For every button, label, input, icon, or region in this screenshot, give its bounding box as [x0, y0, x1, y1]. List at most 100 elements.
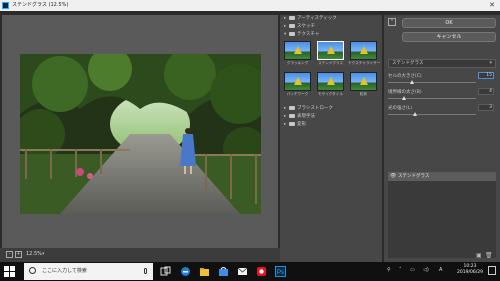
folder-icon: [289, 113, 295, 118]
search-icon: [29, 267, 36, 274]
task-view-icon[interactable]: [160, 266, 171, 277]
windows-start-button[interactable]: [4, 266, 15, 277]
preview-pane[interactable]: [2, 15, 278, 248]
light-intensity-slider[interactable]: [388, 114, 476, 115]
person-icon[interactable]: ⚲: [387, 267, 391, 273]
border-thickness-input[interactable]: 4: [478, 88, 494, 95]
thumb-craquelure[interactable]: クラッキング: [284, 41, 311, 68]
windows-logo-tile: [10, 266, 15, 271]
network-icon[interactable]: ▭: [410, 267, 415, 273]
eye-icon[interactable]: 👁: [390, 172, 396, 181]
garden-path-photo: [20, 54, 261, 214]
ime-indicator[interactable]: A: [439, 267, 442, 273]
thumb-mosaic-tiles[interactable]: モザイクタイル: [317, 72, 344, 99]
category-label: 表現手法: [297, 114, 315, 119]
file-explorer-icon[interactable]: [199, 266, 210, 277]
edge-browser-icon[interactable]: [180, 266, 191, 277]
folder-icon: [289, 23, 295, 28]
param-label: 境界線の太さ(B): [388, 90, 422, 95]
texture-thumbnails: クラッキング ステンドグラス テクスチャライザー パッチワーク モザイクタイル: [280, 39, 382, 105]
layer-label: ステンドグラス: [398, 174, 430, 179]
cancel-button[interactable]: キャンセル: [402, 32, 496, 42]
slider-knob[interactable]: [402, 96, 406, 100]
thumb-label: テクスチャライザー: [348, 61, 381, 65]
window-title: ステンドグラス (12.5%): [12, 2, 69, 8]
windows-logo-tile: [4, 272, 9, 277]
zoom-in-button[interactable]: +: [15, 251, 22, 258]
param-border-thickness: 境界線の太さ(B) 4: [388, 88, 496, 103]
slider-knob[interactable]: [413, 112, 417, 116]
folder-icon: [289, 105, 295, 110]
taskbar-clock[interactable]: 10:23 2019/06/29: [450, 264, 490, 276]
category-sketch[interactable]: ▸ スケッチ: [280, 23, 382, 31]
thumb-label: ステンドグラス: [317, 61, 344, 65]
media-app-icon[interactable]: [256, 266, 267, 277]
chevron-up-icon[interactable]: ˄: [399, 267, 402, 273]
category-label: ブラシストローク: [297, 106, 333, 111]
cell-size-input[interactable]: 15: [478, 72, 494, 79]
preview-status-bar: - + 12.5% ▾: [0, 248, 280, 262]
category-brush-strokes[interactable]: ▸ ブラシストローク: [280, 105, 382, 113]
clock-date: 2019/06/29: [457, 270, 483, 275]
thumbnail-image: [284, 72, 311, 91]
thumbnail-image: [350, 72, 377, 91]
windows-taskbar: ここに入力して検索 Ps ⚲ ˄ ▭ ◁) A 10:23 2019/06/29: [0, 262, 500, 281]
category-texture[interactable]: ▾ テクスチャ: [280, 31, 382, 39]
effect-layers-panel: 👁 ステンドグラス: [388, 172, 496, 258]
search-placeholder: ここに入力して検索: [42, 268, 87, 274]
photoshop-taskbar-icon[interactable]: Ps: [275, 266, 286, 277]
collapse-gallery-button[interactable]: ⌃: [388, 18, 396, 26]
category-label: 変形: [297, 122, 306, 127]
new-effect-layer-icon[interactable]: ▣: [476, 252, 482, 259]
param-light-intensity: 光の強さ(L) 3: [388, 104, 496, 119]
taskbar-search-box[interactable]: ここに入力して検索: [24, 263, 153, 280]
trash-icon[interactable]: 🗑: [485, 252, 493, 259]
zoom-out-button[interactable]: -: [6, 251, 13, 258]
notification-icon[interactable]: [488, 266, 496, 275]
thumb-stained-glass[interactable]: ステンドグラス: [317, 41, 344, 68]
preview-image[interactable]: [20, 54, 261, 214]
thumb-label: クラッキング: [286, 61, 309, 65]
category-distort[interactable]: ▸ 変形: [280, 121, 382, 129]
svg-text:Ps: Ps: [277, 270, 284, 276]
store-icon[interactable]: [218, 266, 229, 277]
filter-gallery-list: ▸ アーティスティック ▸ スケッチ ▾ テクスチャ クラッキング ステンドグラス: [280, 15, 382, 262]
close-button[interactable]: ✕: [489, 0, 495, 11]
category-stylize[interactable]: ▸ 表現手法: [280, 113, 382, 121]
windows-logo-tile: [4, 266, 9, 271]
thumbnail-image: [317, 72, 344, 91]
chevron-down-icon: ▾: [489, 60, 492, 66]
filter-select-value: ステンドグラス: [392, 61, 424, 66]
folder-icon: [289, 15, 295, 20]
param-cell-size: セルの大きさ(C) 15: [388, 72, 496, 87]
filter-settings-panel: ⌃ OK キャンセル ステンドグラス ▾ セルの大きさ(C) 15 境界線の太さ…: [384, 15, 500, 262]
photoshop-icon: [2, 2, 9, 9]
mail-icon[interactable]: [237, 266, 248, 277]
category-label: アーティスティック: [297, 16, 337, 21]
slider-knob[interactable]: [410, 80, 414, 84]
filter-gallery-workarea: - + 12.5% ▾ ▸ アーティスティック ▸ スケッチ ▾ テクスチャ クラッキ…: [0, 11, 500, 262]
windows-logo-tile: [10, 272, 15, 277]
zoom-level: 12.5%: [26, 251, 42, 257]
effect-layer-stained-glass[interactable]: 👁 ステンドグラス: [388, 172, 496, 181]
thumbnail-image: [317, 41, 344, 60]
category-artistic[interactable]: ▸ アーティスティック: [280, 15, 382, 23]
app-window: ステンドグラス (12.5%) ✕ - + 12.5% ▾ ▸ アーティスティッ…: [0, 0, 500, 281]
cell-size-slider[interactable]: [388, 82, 476, 83]
thumbnail-image: [350, 41, 377, 60]
thumb-label: 粒状: [359, 92, 368, 96]
folder-open-icon: [289, 31, 295, 36]
light-intensity-input[interactable]: 3: [478, 104, 494, 111]
category-label: スケッチ: [297, 24, 315, 29]
ok-button[interactable]: OK: [402, 18, 496, 28]
param-label: セルの大きさ(C): [388, 74, 422, 79]
zoom-dropdown[interactable]: ▾: [42, 251, 45, 257]
thumb-label: モザイクタイル: [318, 92, 343, 96]
category-label: テクスチャ: [297, 32, 320, 37]
filter-select[interactable]: ステンドグラス ▾: [388, 59, 496, 68]
thumb-patchwork[interactable]: パッチワーク: [284, 72, 311, 99]
thumb-texturizer[interactable]: テクスチャライザー: [348, 41, 381, 68]
microphone-icon[interactable]: [144, 268, 147, 274]
thumb-grain[interactable]: 粒状: [350, 72, 377, 99]
volume-icon[interactable]: ◁): [423, 267, 429, 273]
